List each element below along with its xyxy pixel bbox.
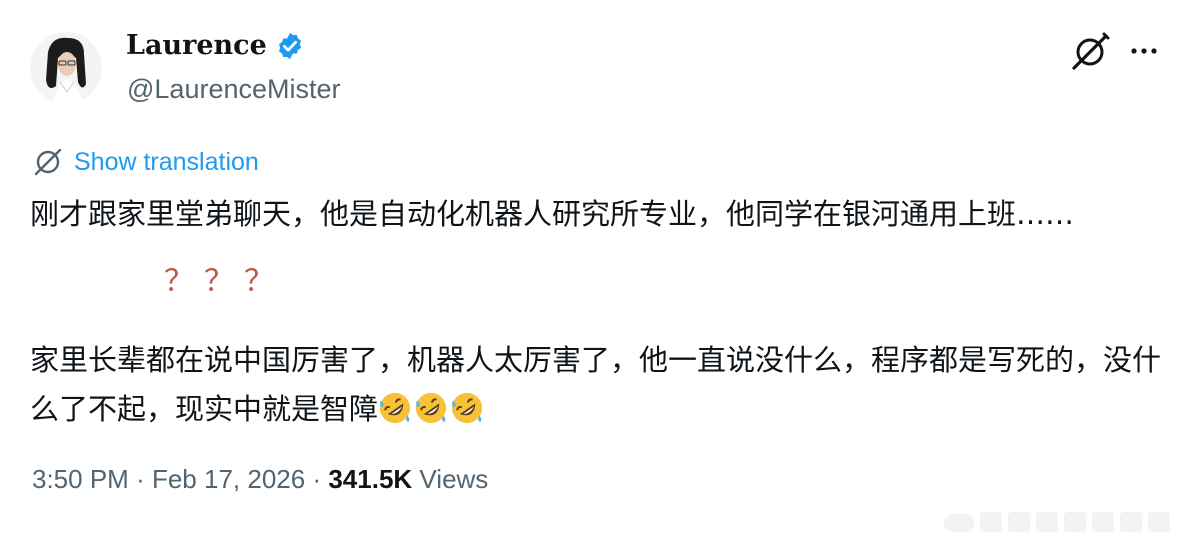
author-name-row[interactable]: Laurence xyxy=(126,30,305,61)
avatar-image xyxy=(30,32,102,104)
views-label: Views xyxy=(419,464,489,494)
tweet-time[interactable]: 3:50 PM xyxy=(32,464,129,494)
verified-badge-icon xyxy=(278,32,301,59)
tweet-text-paragraph-2: 家里长辈都在说中国厉害了，机器人太厉害了，他一直说没什么，程序都是写死的，没什么… xyxy=(30,336,1170,434)
globe-translate-icon xyxy=(34,148,62,176)
meta-separator: · xyxy=(312,464,322,494)
avatar[interactable] xyxy=(30,32,102,104)
rolling-on-floor-laughing-emoji-icon xyxy=(415,392,447,424)
meta-separator: · xyxy=(136,464,145,494)
views-count: 341.5K xyxy=(328,464,413,494)
watermark-logo xyxy=(944,512,1170,532)
rolling-on-floor-laughing-emoji-icon xyxy=(451,392,483,424)
tweet-meta: 3:50 PM · Feb 17, 2026 · 341.5K Views xyxy=(32,464,488,495)
show-translation-label[interactable]: Show translation xyxy=(74,148,259,177)
tweet-text-paragraph-1: 刚才跟家里堂弟聊天，他是自动化机器人研究所专业，他同学在银河通用上班…… xyxy=(30,197,1075,231)
grok-icon[interactable] xyxy=(1068,30,1112,74)
tweet-date[interactable]: Feb 17, 2026 xyxy=(152,464,305,494)
author-name[interactable]: Laurence xyxy=(126,30,267,61)
question-marks: ？？？ xyxy=(164,264,284,299)
tweet-text-paragraph-2-text: 家里长辈都在说中国厉害了，机器人太厉害了，他一直说没什么，程序都是写死的，没什么… xyxy=(30,343,1162,426)
show-translation-link[interactable]: Show translation xyxy=(32,146,259,178)
more-options-icon[interactable] xyxy=(1126,36,1162,66)
rolling-on-floor-laughing-emoji-icon xyxy=(379,392,411,424)
author-handle[interactable]: @LaurenceMister xyxy=(127,74,341,105)
